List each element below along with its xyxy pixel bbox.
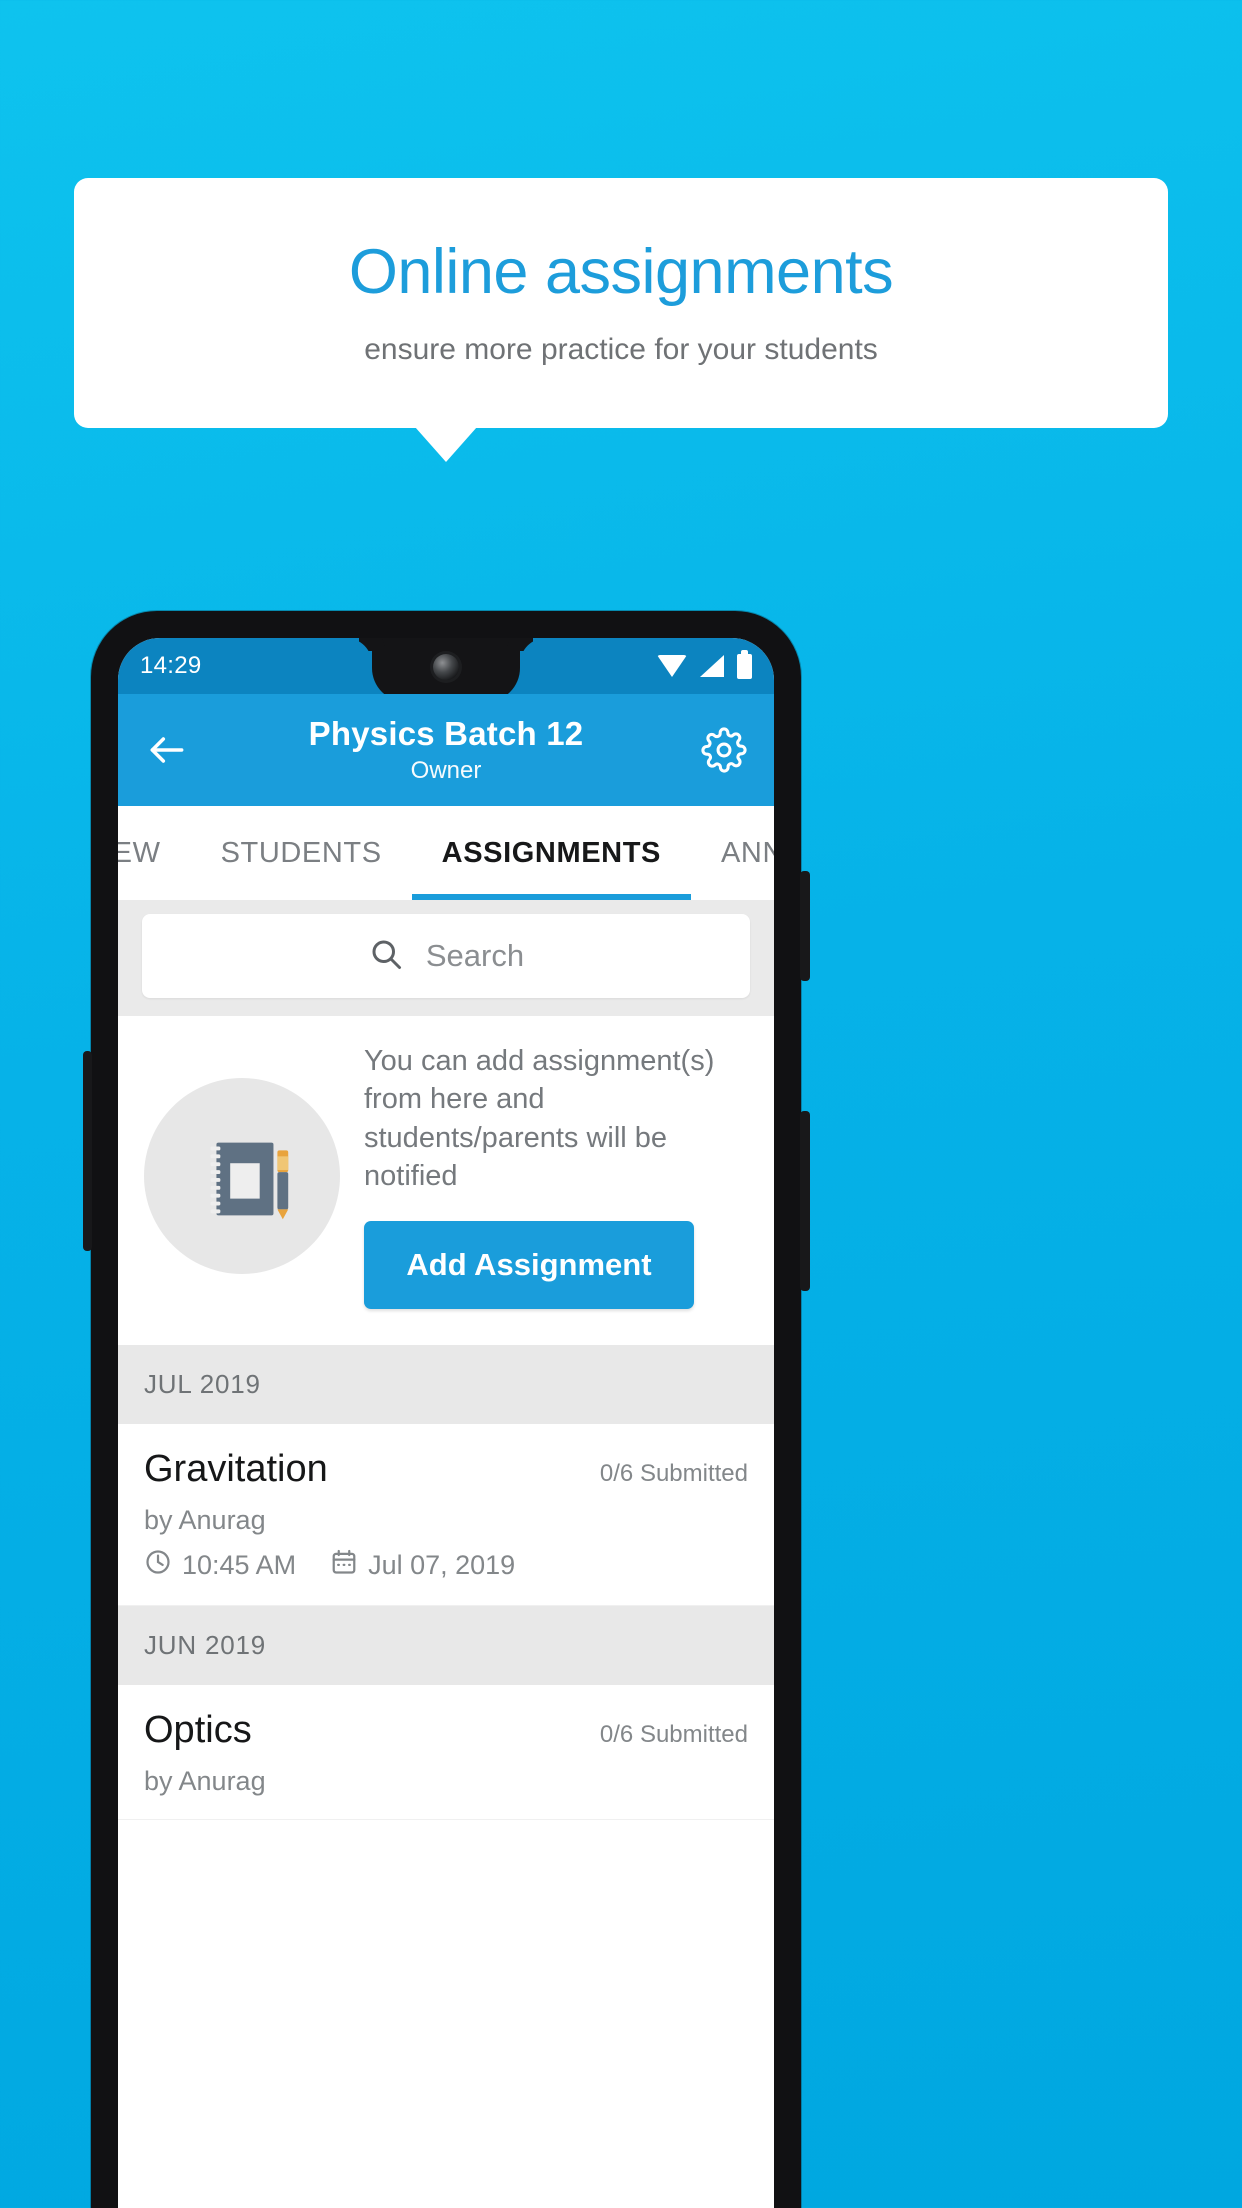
back-arrow-icon[interactable] — [144, 727, 190, 773]
front-camera-icon — [433, 654, 459, 680]
empty-state-content: You can add assignment(s) from here and … — [364, 1042, 748, 1310]
promo-banner: Online assignments ensure more practice … — [74, 178, 1168, 428]
tab-assignments[interactable]: ASSIGNMENTS — [411, 806, 692, 900]
battery-icon — [737, 649, 752, 679]
month-header-jun: JUN 2019 — [118, 1606, 774, 1686]
signal-icon — [700, 655, 724, 677]
assignment-time: 10:45 AM — [182, 1550, 297, 1581]
search-placeholder: Search — [425, 938, 525, 973]
gear-icon[interactable] — [700, 726, 748, 774]
table-row[interactable]: Gravitation 0/6 Submitted by Anurag 10:4… — [118, 1424, 774, 1607]
status-icon-group — [657, 649, 752, 679]
promo-bubble-tail — [415, 427, 477, 462]
assignment-meta: 10:45 AM Jul 07, 2019 — [144, 1548, 748, 1583]
tab-announcements[interactable]: ANNOUNCEMENTS — [691, 806, 774, 900]
status-badge: 0/6 Submitted — [599, 1721, 748, 1749]
search-icon — [368, 936, 404, 977]
page-subtitle: Owner — [410, 757, 482, 784]
app-bar: Physics Batch 12 Owner — [118, 694, 774, 806]
assignment-date: Jul 07, 2019 — [368, 1550, 516, 1581]
calendar-icon — [330, 1548, 358, 1583]
status-clock: 14:29 — [140, 652, 202, 679]
phone-screen: 14:29 Physics Batch 12 Owner EW STUDENTS… — [118, 638, 774, 2208]
volume-button[interactable] — [83, 1051, 92, 1251]
assignment-author: by Anurag — [144, 1766, 266, 1797]
assignment-heading: Gravitation 0/6 Submitted — [144, 1448, 748, 1491]
promo-subtitle: ensure more practice for your students — [364, 333, 878, 367]
page-title: Physics Batch 12 — [308, 715, 584, 752]
phone-mockup: 14:29 Physics Batch 12 Owner EW STUDENTS… — [83, 611, 810, 2208]
display-notch — [372, 638, 520, 702]
tab-overview[interactable]: IEW — [118, 806, 191, 900]
table-row[interactable]: Optics 0/6 Submitted by Anurag — [118, 1685, 774, 1821]
search-bar-container: Search — [118, 900, 774, 1016]
assignment-title: Optics — [144, 1709, 252, 1752]
assignment-author: by Anurag — [144, 1505, 266, 1536]
tab-students[interactable]: STUDENTS — [191, 806, 412, 900]
promo-title: Online assignments — [348, 236, 894, 307]
status-bar: 14:29 — [118, 638, 774, 702]
side-button[interactable] — [800, 1111, 810, 1291]
tab-bar[interactable]: IEW STUDENTS ASSIGNMENTS ANNOUNCEMENTS — [118, 806, 774, 900]
status-badge: 0/6 Submitted — [599, 1460, 748, 1488]
add-assignment-button[interactable]: Add Assignment — [364, 1221, 694, 1310]
assignment-title: Gravitation — [144, 1448, 328, 1491]
month-header-jul: JUL 2019 — [118, 1345, 774, 1425]
notebook-and-pen-icon — [144, 1077, 340, 1274]
search-input[interactable]: Search — [142, 914, 750, 998]
empty-state-card: You can add assignment(s) from here and … — [118, 1016, 774, 1346]
assignment-heading: Optics 0/6 Submitted — [144, 1709, 748, 1752]
app-bar-title-group: Physics Batch 12 Owner — [118, 694, 774, 806]
wifi-icon — [657, 655, 687, 677]
power-button[interactable] — [800, 871, 810, 981]
empty-state-message: You can add assignment(s) from here and … — [364, 1045, 715, 1192]
clock-icon — [144, 1548, 172, 1583]
